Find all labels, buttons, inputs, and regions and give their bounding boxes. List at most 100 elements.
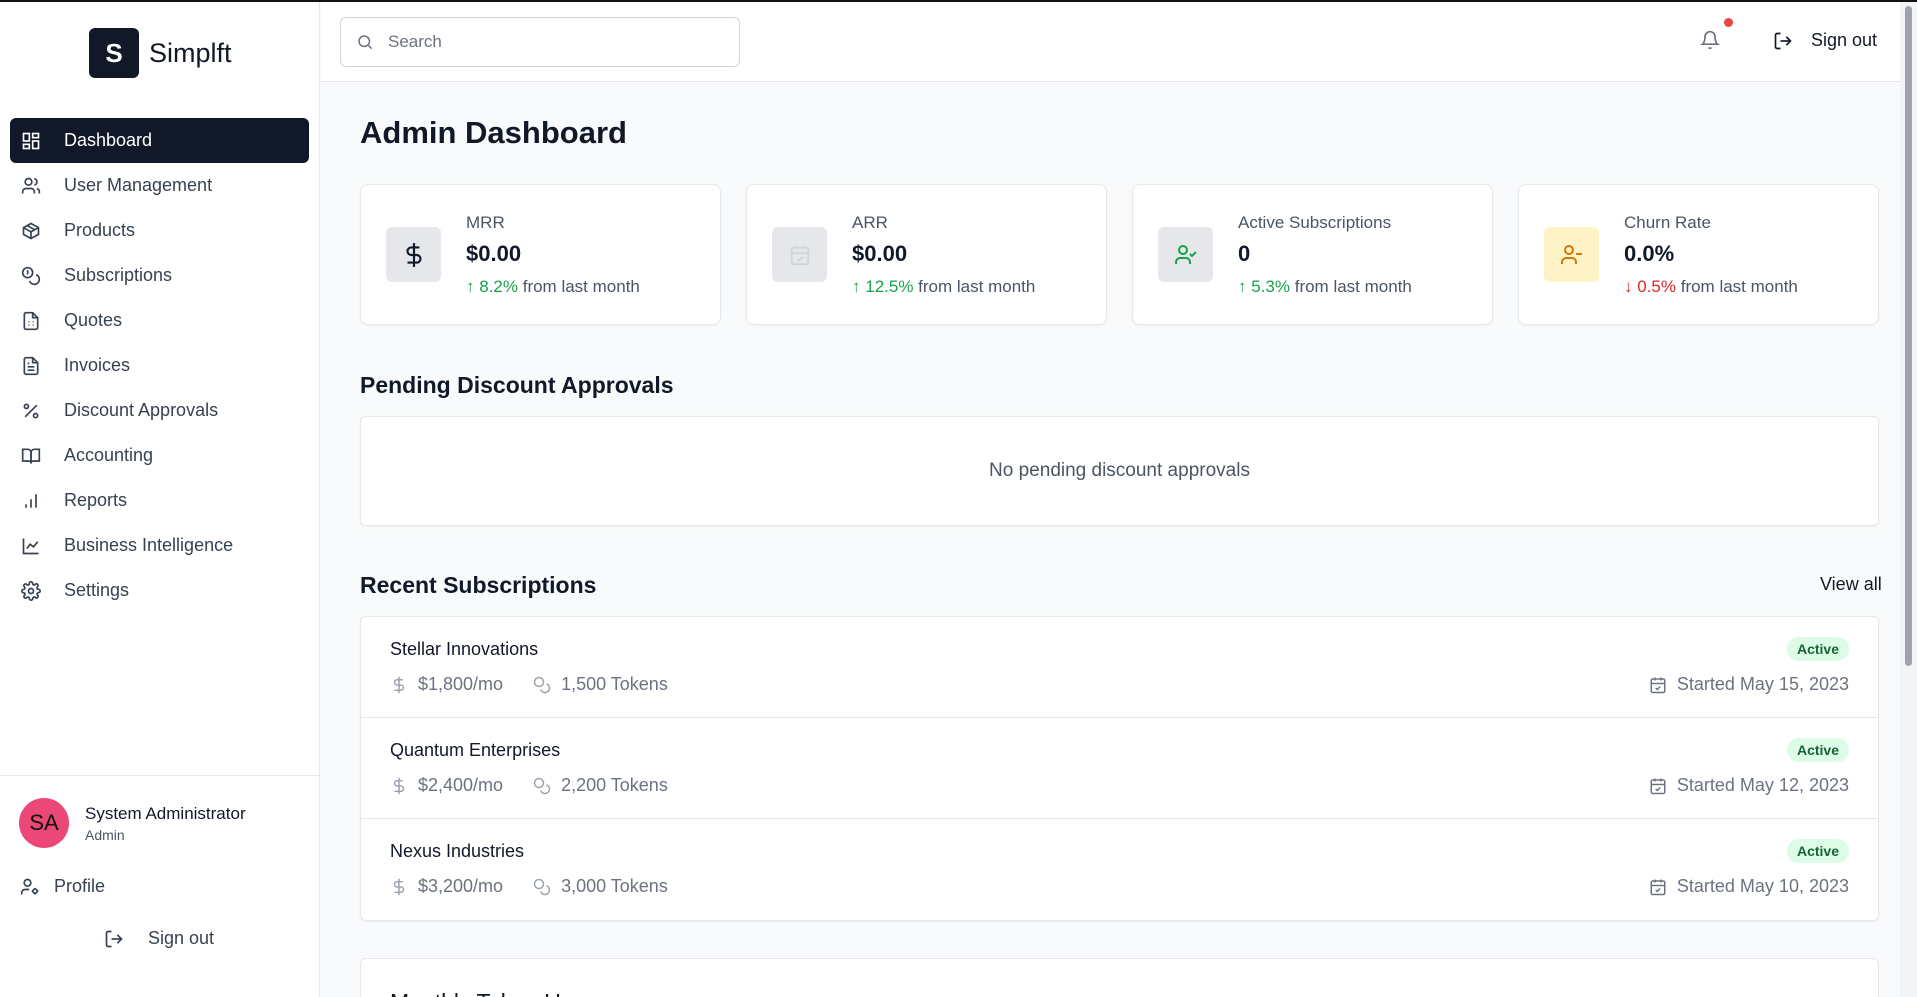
users-icon <box>20 175 42 197</box>
package-icon <box>20 220 42 242</box>
user-role: Admin <box>85 826 125 843</box>
sidebar-item-label: Invoices <box>64 355 131 375</box>
sidebar-item-label: Subscriptions <box>64 265 173 285</box>
sidebar-item-settings[interactable]: Settings <box>10 568 309 613</box>
stat-arrow: ↑ <box>466 277 475 296</box>
search-box[interactable] <box>340 17 740 67</box>
stat-change: ↑ 12.5% from last month <box>852 277 1035 297</box>
scrollbar[interactable] <box>1900 2 1917 997</box>
view-all-link[interactable]: View all <box>1820 574 1882 595</box>
gear-icon <box>20 580 42 602</box>
dashboard-icon <box>20 130 42 152</box>
sidebar-item-business-intelligence[interactable]: Business Intelligence <box>10 523 309 568</box>
sidebar-nav: Dashboard User Management Products Subsc… <box>10 118 309 613</box>
stat-label: MRR <box>466 213 505 232</box>
pending-approvals-title: Pending Discount Approvals <box>360 372 674 398</box>
percent-icon <box>20 400 42 422</box>
stat-arrow: ↑ <box>852 277 861 296</box>
signout-label: Sign out <box>1811 30 1878 50</box>
status-badge: Active <box>1786 637 1849 661</box>
stat-label: ARR <box>852 213 888 232</box>
recent-subscriptions-title: Recent Subscriptions <box>360 572 597 598</box>
stat-label: Churn Rate <box>1624 213 1711 232</box>
subscription-tokens: 2,200 Tokens <box>561 775 668 795</box>
stat-change-suffix: from last month <box>1294 277 1412 296</box>
coins-icon <box>533 676 551 694</box>
bell-icon <box>1699 30 1721 50</box>
dollar-icon <box>390 878 408 896</box>
stat-icon-box <box>386 227 441 282</box>
sidebar-item-label: Quotes <box>64 310 123 330</box>
header-signout-button[interactable]: Sign out <box>1773 30 1877 51</box>
sidebar-item-quotes[interactable]: Quotes <box>10 298 309 343</box>
stat-change: ↓ 0.5% from last month <box>1624 277 1798 297</box>
stat-change-suffix: from last month <box>918 277 1036 296</box>
stat-card-arr: ARR $0.00 ↑ 12.5% from last month <box>746 184 1107 325</box>
coins-icon <box>533 777 551 795</box>
file-icon <box>20 355 42 377</box>
status-badge: Active <box>1786 738 1849 762</box>
subscription-price: $1,800/mo <box>418 674 504 694</box>
dollar-icon <box>390 676 408 694</box>
stat-label: Active Subscriptions <box>1238 213 1392 232</box>
line-chart-icon <box>20 535 42 557</box>
stat-change-suffix: from last month <box>1680 277 1798 296</box>
bar-chart-icon <box>20 490 42 512</box>
search-input[interactable] <box>388 32 708 52</box>
signout-label: Sign out <box>148 928 215 948</box>
stat-value: $0.00 <box>466 241 522 266</box>
started-date: Started May 15, 2023 <box>1676 674 1849 694</box>
user-info: System Administrator Admin <box>85 804 246 843</box>
sidebar-item-dashboard[interactable]: Dashboard <box>10 118 309 163</box>
subscription-meta: $3,200/mo 3,000 Tokens <box>390 876 668 897</box>
list-item[interactable]: Quantum Enterprises $2,400/mo 2,200 Toke… <box>361 718 1878 819</box>
profile-link[interactable]: Profile <box>20 876 105 897</box>
subscription-meta: $2,400/mo 2,200 Tokens <box>390 775 668 796</box>
scrollbar-thumb[interactable] <box>1905 6 1912 666</box>
sidebar-signout-button[interactable]: Sign out <box>104 928 214 949</box>
stat-change: ↑ 5.3% from last month <box>1238 277 1412 297</box>
brand[interactable]: S Simplft <box>89 28 232 78</box>
stat-change-suffix: from last month <box>522 277 640 296</box>
list-item[interactable]: Nexus Industries $3,200/mo 3,000 Tokens … <box>361 819 1878 920</box>
brand-name: Simplft <box>149 37 232 68</box>
sidebar-item-label: Dashboard <box>64 130 153 150</box>
sidebar-item-products[interactable]: Products <box>10 208 309 253</box>
stat-card-churn-rate: Churn Rate 0.0% ↓ 0.5% from last month <box>1518 184 1879 325</box>
user-cog-icon <box>20 877 42 897</box>
sidebar-item-label: User Management <box>64 175 213 195</box>
stat-card-active-subscriptions: Active Subscriptions 0 ↑ 5.3% from last … <box>1132 184 1493 325</box>
sidebar-item-accounting[interactable]: Accounting <box>10 433 309 478</box>
sidebar-item-label: Reports <box>64 490 128 510</box>
started-date: Started May 12, 2023 <box>1676 775 1849 795</box>
notifications-button[interactable] <box>1699 30 1724 54</box>
subscription-price: $2,400/mo <box>418 775 504 795</box>
started-date: Started May 10, 2023 <box>1676 876 1849 896</box>
sidebar-item-subscriptions[interactable]: Subscriptions <box>10 253 309 298</box>
token-usage-card: Monthly Token Usage <box>360 958 1879 997</box>
stat-change-value: 8.2% <box>479 277 518 296</box>
sidebar-item-label: Accounting <box>64 445 154 465</box>
sidebar-item-label: Discount Approvals <box>64 400 219 420</box>
subscription-started: Started May 12, 2023 <box>1649 775 1849 796</box>
token-usage-title: Monthly Token Usage <box>390 989 611 997</box>
stat-card-mrr: MRR $0.00 ↑ 8.2% from last month <box>360 184 721 325</box>
avatar: SA <box>19 798 69 848</box>
subscription-meta: $1,800/mo 1,500 Tokens <box>390 674 668 695</box>
brand-logo: S <box>89 28 139 78</box>
stat-change-value: 12.5% <box>865 277 914 296</box>
subscription-name: Stellar Innovations <box>390 639 539 659</box>
sidebar-item-discount-approvals[interactable]: Discount Approvals <box>10 388 309 433</box>
list-item[interactable]: Stellar Innovations $1,800/mo 1,500 Toke… <box>361 617 1878 718</box>
stat-arrow: ↓ <box>1624 277 1633 296</box>
status-badge: Active <box>1786 839 1849 863</box>
user-profile-summary: SA System Administrator Admin <box>19 798 246 848</box>
coins-icon <box>533 878 551 896</box>
sidebar-item-user-management[interactable]: User Management <box>10 163 309 208</box>
sidebar-item-invoices[interactable]: Invoices <box>10 343 309 388</box>
sidebar-item-reports[interactable]: Reports <box>10 478 309 523</box>
log-out-icon <box>104 929 126 949</box>
calendar-check-icon <box>790 245 809 265</box>
dollar-icon <box>405 242 422 267</box>
profile-label: Profile <box>54 876 106 896</box>
